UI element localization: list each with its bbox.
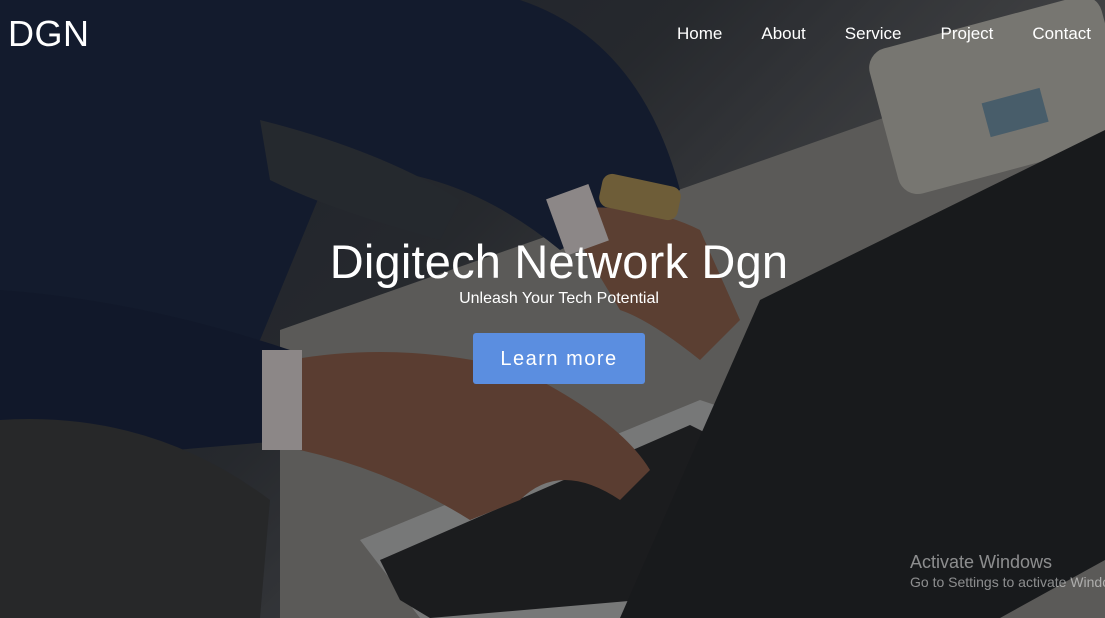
main-nav: Home About Service Project Contact <box>638 24 1091 44</box>
hero-content: Digitech Network Dgn Unleash Your Tech P… <box>0 234 1105 384</box>
nav-link-home[interactable]: Home <box>677 24 722 44</box>
hero-subtitle: Unleash Your Tech Potential <box>459 290 659 307</box>
activate-windows-watermark: Activate Windows Go to Settings to activ… <box>910 551 1105 591</box>
nav-link-project[interactable]: Project <box>940 24 993 44</box>
nav-link-about[interactable]: About <box>761 24 805 44</box>
activate-windows-title: Activate Windows <box>910 552 1053 572</box>
nav-link-contact[interactable]: Contact <box>1032 24 1091 44</box>
hero-title: Digitech Network Dgn <box>329 235 789 288</box>
activate-windows-subtitle: Go to Settings to activate Windows. <box>910 574 1105 590</box>
learn-more-button[interactable]: Learn more <box>473 333 645 384</box>
site-logo[interactable]: DGN <box>8 14 90 54</box>
nav-link-service[interactable]: Service <box>845 24 902 44</box>
